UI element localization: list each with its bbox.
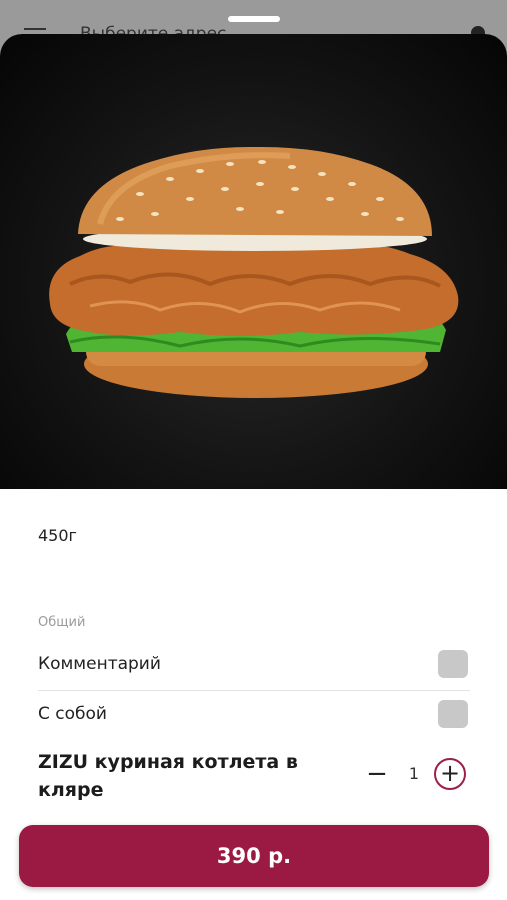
sheet-grabber-handle[interactable] <box>228 16 280 22</box>
quantity-stepper: − 1 + <box>364 758 472 792</box>
option-comment-label: Комментарий <box>38 654 161 674</box>
options-section-label: Общий <box>38 615 86 630</box>
option-comment[interactable]: Комментарий <box>38 646 470 686</box>
option-takeaway[interactable]: С собой <box>38 696 470 736</box>
decrease-quantity-button[interactable]: − <box>364 760 390 790</box>
product-name: ZIZU куриная котлета в кляре <box>38 751 298 801</box>
option-takeaway-checkbox[interactable] <box>438 700 468 728</box>
burger-illustration <box>49 146 459 398</box>
option-takeaway-label: С собой <box>38 704 107 724</box>
option-divider <box>38 690 470 691</box>
add-to-cart-button[interactable]: 390 р. <box>19 825 489 887</box>
product-bottom-sheet: 450г Общий Комментарий С собой ZIZU кури… <box>0 34 507 900</box>
product-image <box>0 34 507 489</box>
increase-quantity-button[interactable]: + <box>434 758 466 790</box>
option-comment-checkbox[interactable] <box>438 650 468 678</box>
product-weight: 450г <box>38 526 77 545</box>
quantity-value: 1 <box>408 764 420 783</box>
